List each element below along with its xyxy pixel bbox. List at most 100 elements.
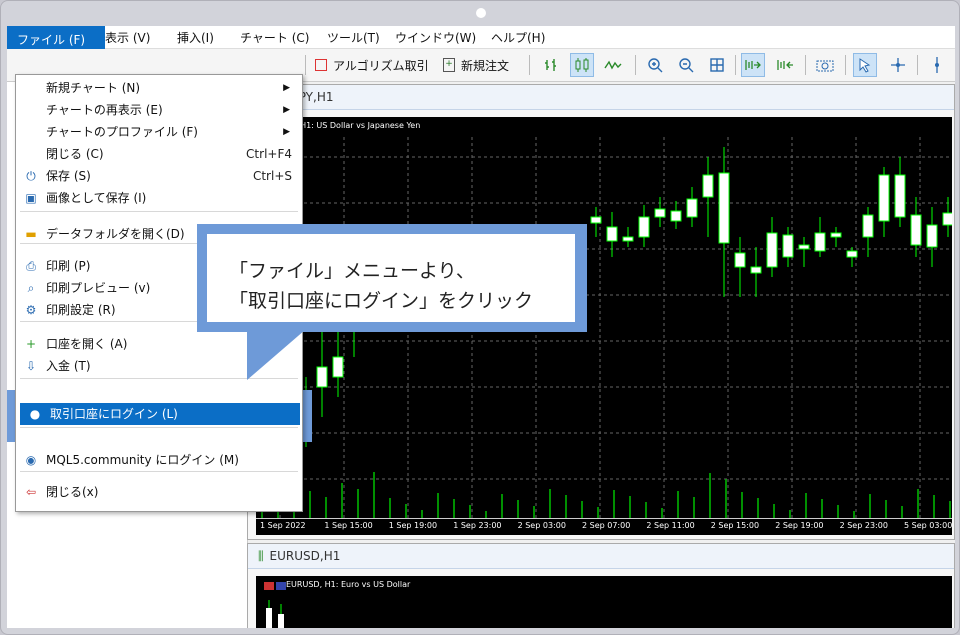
candle-body	[926, 224, 938, 248]
menu-item-label: チャートの再表示 (E)	[46, 103, 163, 117]
menu-separator	[20, 427, 298, 428]
menu-item-label: データフォルダを開く(D)	[46, 227, 185, 241]
cursor-icon[interactable]	[853, 53, 877, 77]
candle-body	[316, 366, 328, 388]
menu-item-0[interactable]: 新規チャート (N) ▶	[16, 77, 300, 99]
menu-tools[interactable]: ツール(T)	[327, 29, 380, 46]
new-order-label: 新規注文	[461, 58, 510, 73]
chart-canvas-eurusd[interactable]: EURUSD, H1: Euro vs US Dollar	[256, 576, 952, 628]
algo-trading-label: アルゴリズム取引	[333, 58, 429, 73]
chart-tab-usdjpy[interactable]: ⫼USDJPY,H1	[248, 85, 954, 110]
candle-body	[332, 356, 344, 378]
candle-body	[670, 210, 682, 222]
chart-window-eurusd[interactable]: ⫼ EURUSD,H1 EURUSD, H1: Euro vs US Dollar	[247, 543, 955, 628]
menu-item-1[interactable]: チャートの再表示 (E) ▶	[16, 99, 300, 121]
menu-separator	[20, 471, 298, 472]
toolbar-separator	[917, 55, 918, 75]
mql5-icon: ◉	[25, 453, 37, 467]
time-axis-label: 1 Sep 2022	[260, 521, 306, 530]
time-axis-label: 2 Sep 07:00	[582, 521, 631, 530]
menu-item-3[interactable]: 閉じる (C) Ctrl+F4	[16, 143, 300, 165]
chart-shift-icon[interactable]	[773, 53, 797, 77]
new-order-icon: +	[443, 58, 455, 72]
candle-icon: ⫼	[258, 549, 264, 563]
menu-item-label: チャートのプロファイル (F)	[46, 125, 198, 139]
toolbar-separator	[635, 55, 636, 75]
toolbar-separator	[735, 55, 736, 75]
menu-item-label: 画像として保存 (I)	[46, 191, 147, 205]
toolbar-separator	[529, 55, 530, 75]
candle-body	[862, 214, 874, 238]
candle-body	[830, 232, 842, 238]
menu-item-2[interactable]: チャートのプロファイル (F) ▶	[16, 121, 300, 143]
menu-item-13[interactable]: ◉ MQL5.community にログイン (M)	[16, 449, 300, 471]
image-icon: ▣	[25, 191, 37, 205]
menu-item-shortcut: Ctrl+F4	[246, 147, 292, 161]
candle-body	[718, 172, 730, 244]
menu-item-label: 新規チャート (N)	[46, 81, 141, 95]
instruction-callout: 「ファイル」メニューより、 「取引口座にログイン」をクリック	[197, 224, 587, 332]
menu-item-label: 閉じる(x)	[46, 485, 99, 499]
menubar: ファイル (F) 表示 (V) 挿入(I) チャート (C) ツール(T) ウイ…	[7, 26, 955, 64]
candle-body	[734, 252, 746, 268]
menu-item-12[interactable]: ● 取引口座にログイン (L)	[20, 403, 300, 425]
tile-windows-icon[interactable]	[705, 53, 729, 77]
candle-body	[638, 216, 650, 238]
device-frame: ファイル (F) 表示 (V) 挿入(I) チャート (C) ツール(T) ウイ…	[0, 0, 960, 635]
bar-chart-icon[interactable]	[539, 53, 563, 77]
plus-icon: +	[25, 337, 37, 351]
vertical-line-icon[interactable]	[925, 53, 949, 77]
candlestick-icon[interactable]	[570, 53, 594, 77]
menu-item-label: 印刷設定 (R)	[46, 303, 116, 317]
menu-item-5[interactable]: ▣ 画像として保存 (I)	[16, 187, 300, 209]
new-order-button[interactable]: + 新規注文	[443, 53, 509, 77]
candlestick-chart	[266, 600, 284, 628]
time-axis-label: 2 Sep 03:00	[517, 521, 566, 530]
submenu-arrow-icon: ▶	[283, 105, 290, 115]
menu-insert[interactable]: 挿入(I)	[177, 29, 214, 46]
chart-tab-eurusd[interactable]: ⫼ EURUSD,H1	[248, 544, 954, 569]
time-axis-label: 1 Sep 15:00	[324, 521, 373, 530]
stop-icon	[315, 59, 327, 71]
toolbar-separator	[845, 55, 846, 75]
zoom-out-icon[interactable]	[674, 53, 698, 77]
deposit-icon: ⇩	[25, 359, 37, 373]
candle-body	[846, 250, 858, 258]
line-chart-icon[interactable]	[601, 53, 625, 77]
menu-item-label: 保存 (S)	[46, 169, 91, 183]
menu-chart[interactable]: チャート (C)	[240, 29, 309, 46]
menu-item-label: 取引口座にログイン (L)	[50, 407, 178, 421]
menu-item-4[interactable]: ⏻ 保存 (S) Ctrl+S	[16, 165, 300, 187]
zoom-in-icon[interactable]	[643, 53, 667, 77]
candle-body	[686, 198, 698, 218]
chart-symbol-label: EURUSD, H1: Euro vs US Dollar	[286, 580, 411, 589]
menu-window[interactable]: ウインドウ(W)	[395, 29, 476, 46]
time-axis-label: 2 Sep 11:00	[646, 521, 695, 530]
chart-tab-title: EURUSD,H1	[269, 549, 341, 563]
menu-help[interactable]: ヘルプ(H)	[491, 29, 545, 46]
folder-icon: ▬	[25, 227, 37, 241]
algo-trading-button[interactable]: アルゴリズム取引	[315, 53, 429, 77]
menu-item-label: 印刷 (P)	[46, 259, 91, 273]
menu-separator	[20, 211, 298, 212]
menu-item-14[interactable]: ⇦ 閉じる(x)	[16, 481, 300, 503]
auto-scroll-icon[interactable]	[741, 53, 765, 77]
candle-body	[782, 234, 794, 258]
menu-item-label: 印刷プレビュー (v)	[46, 281, 151, 295]
time-axis: 1 Sep 2022 1 Sep 15:00 1 Sep 19:00 1 Sep 23…	[256, 518, 952, 535]
callout-pointer	[247, 330, 305, 380]
screenshot-icon[interactable]	[813, 53, 837, 77]
menu-item-label: MQL5.community にログイン (M)	[46, 453, 239, 467]
candle-body	[606, 226, 618, 242]
menu-item-label: 閉じる (C)	[46, 147, 104, 161]
callout-text: 「ファイル」メニューより、 「取引口座にログイン」をクリック	[229, 256, 533, 316]
crosshair-icon[interactable]	[886, 53, 910, 77]
candle-body	[702, 174, 714, 198]
menu-view[interactable]: 表示 (V)	[105, 29, 150, 46]
candle-body	[750, 266, 762, 274]
candle-body	[878, 174, 890, 222]
candle-body	[910, 214, 922, 246]
time-axis-label: 2 Sep 23:00	[839, 521, 888, 530]
candle-body	[798, 244, 810, 250]
flag-icon	[264, 582, 274, 590]
